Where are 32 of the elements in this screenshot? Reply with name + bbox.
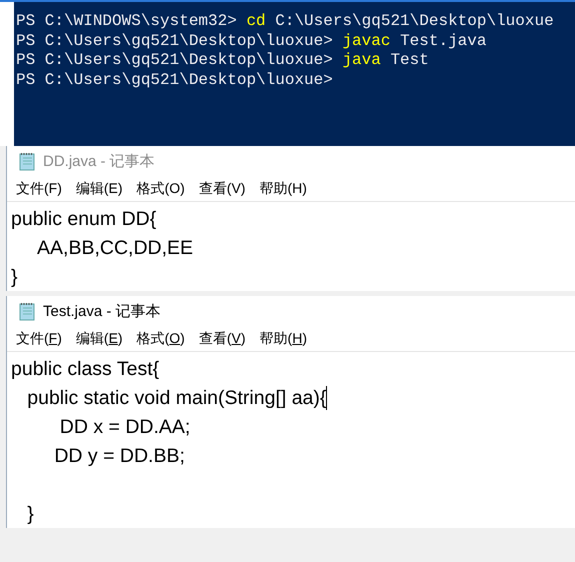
code-line: AA,BB,CC,DD,EE	[36, 236, 194, 260]
menu-item[interactable]: 编辑(E)	[76, 330, 123, 348]
menu-item[interactable]: 帮助(H)	[259, 180, 307, 198]
command-argument: Test	[390, 51, 429, 70]
terminal-prompt: PS C:\Users\gq521\Desktop\luoxue>	[16, 70, 333, 90]
terminal-command: javac	[342, 32, 390, 51]
command-argument: C:\Users\gq521\Desktop\luoxue	[275, 12, 554, 32]
menu-item[interactable]: 文件(F)	[16, 180, 62, 198]
terminal-prompt: PS C:\Users\gq521\Desktop\luoxue>	[16, 51, 333, 70]
menu-item[interactable]: 查看(V)	[198, 330, 246, 348]
command-argument: Test.java	[400, 32, 486, 51]
code-line: }	[26, 502, 34, 526]
terminal-prompt: PS C:\WINDOWS\system32>	[16, 12, 237, 32]
code-line: public class Test{	[11, 356, 160, 380]
code-line: DD y = DD.BB;	[53, 444, 185, 468]
menu-item[interactable]: 帮助(H)	[260, 330, 307, 348]
terminal-command: java	[342, 51, 381, 70]
menu-item[interactable]: 格式(O)	[136, 330, 185, 348]
menu-item[interactable]: 格式(O)	[136, 180, 185, 198]
menu-item[interactable]: 文件(F)	[16, 330, 62, 348]
code-line: public enum DD{	[11, 206, 156, 230]
terminal-command: cd	[246, 12, 266, 32]
menu-item[interactable]: 查看(V)	[198, 180, 246, 198]
code-line: public static void main(String[] aa){	[26, 386, 326, 410]
window-title: DD.java - 记事本	[43, 152, 155, 170]
notepad-icon	[17, 301, 37, 321]
notepad-icon	[17, 151, 37, 171]
code-line: }	[11, 264, 18, 288]
code-line: DD x = DD.AA;	[58, 414, 190, 438]
menu-item[interactable]: 编辑(E)	[76, 180, 123, 198]
terminal-prompt: PS C:\Users\gq521\Desktop\luoxue>	[16, 32, 333, 51]
window-title: Test.java - 记事本	[43, 302, 161, 320]
